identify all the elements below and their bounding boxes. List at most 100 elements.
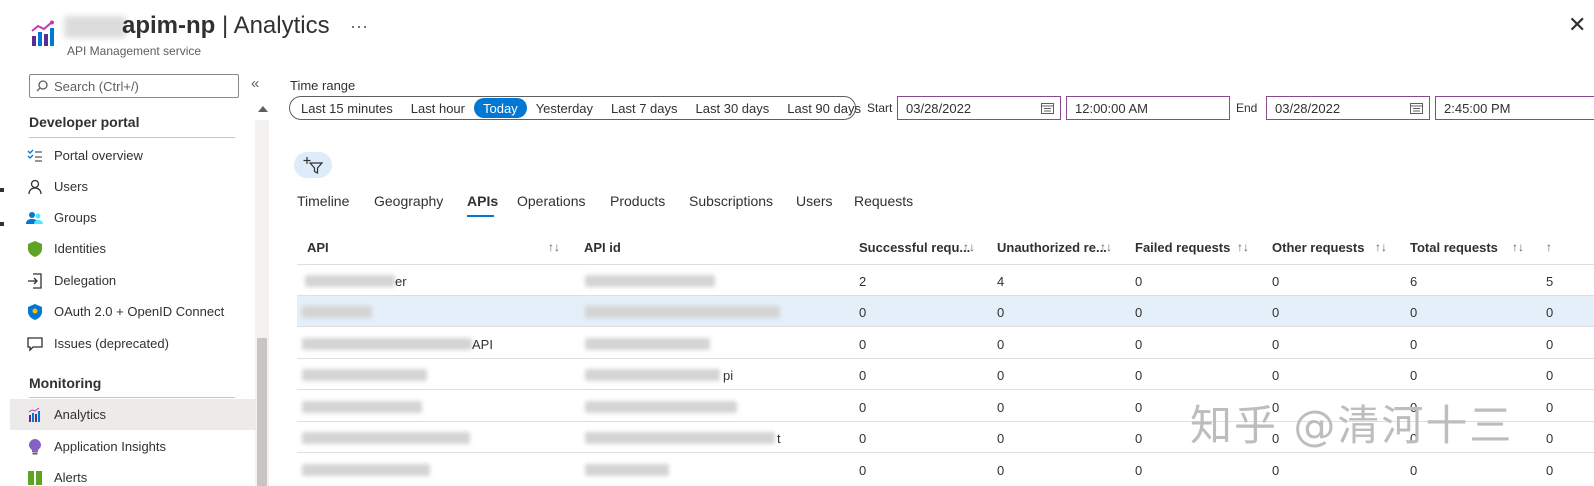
unauthorized-cell: 0 [997, 368, 1005, 383]
sidebar-item-oauth[interactable]: OAuth 2.0 + OpenID Connect [10, 296, 256, 327]
groups-icon [26, 209, 44, 227]
table-row[interactable]: pi 0 0 0 0 0 0 [297, 359, 1594, 390]
more-options-button[interactable]: ··· [350, 16, 368, 37]
sidebar-item-alerts[interactable]: Alerts [10, 462, 256, 486]
start-time-field[interactable]: 12:00:00 AM [1066, 96, 1230, 120]
column-header-api[interactable]: API [307, 240, 329, 255]
next-column-cell: 0 [1546, 463, 1554, 478]
tab-subscriptions[interactable]: Subscriptions [689, 193, 773, 209]
successful-cell: 0 [859, 368, 867, 383]
successful-cell: 0 [859, 463, 867, 478]
scroll-up-arrow-icon[interactable] [258, 106, 268, 112]
time-option-last-90-days[interactable]: Last 90 days [778, 98, 870, 118]
table-row[interactable]: 0 0 0 0 0 0 [297, 296, 1594, 327]
sidebar-scrollbar-thumb[interactable] [257, 338, 267, 486]
time-option-last-hour[interactable]: Last hour [402, 98, 474, 118]
tab-apis[interactable]: APIs [467, 193, 498, 209]
column-header-successful[interactable]: Successful requ... [859, 240, 970, 255]
add-filter-icon [303, 157, 323, 174]
failed-cell: 0 [1135, 368, 1143, 383]
service-type-label: API Management service [67, 44, 202, 58]
redacted-api-id [585, 401, 737, 413]
time-option-last-7-days[interactable]: Last 7 days [602, 98, 687, 118]
collapse-sidebar-button[interactable]: « [251, 75, 259, 92]
user-icon [26, 178, 44, 196]
checklist-icon [26, 147, 44, 165]
search-input[interactable]: Search (Ctrl+/) [29, 74, 239, 98]
sort-api-icon[interactable]: ↑↓ [548, 240, 560, 254]
start-time-value: 12:00:00 AM [1075, 100, 1148, 116]
end-time-value: 2:45:00 PM [1444, 100, 1511, 116]
start-date-value: 03/28/2022 [906, 100, 972, 116]
time-option-last-30-days[interactable]: Last 30 days [687, 98, 779, 118]
lightbulb-icon [26, 438, 44, 456]
api-name-cell: er [395, 274, 407, 289]
sidebar-item-label: Issues (deprecated) [54, 336, 169, 351]
sidebar-item-groups[interactable]: Groups [10, 202, 256, 233]
time-option-yesterday[interactable]: Yesterday [527, 98, 602, 118]
unauthorized-cell: 4 [997, 274, 1005, 289]
table-row[interactable]: er 2 4 0 0 6 5 [297, 265, 1594, 296]
time-option-last-15-minutes[interactable]: Last 15 minutes [292, 98, 402, 118]
tab-geography[interactable]: Geography [374, 193, 443, 209]
sidebar-item-analytics[interactable]: Analytics [10, 399, 256, 430]
table-row[interactable]: 0 0 0 0 0 0 [297, 454, 1594, 485]
analytics-icon [31, 20, 54, 46]
api-name-cell: API [472, 337, 493, 352]
analytics-blade: apim-np | Analytics ··· API Management s… [0, 0, 1594, 486]
failed-cell: 0 [1135, 400, 1143, 415]
redacted-api-id [585, 306, 780, 318]
start-date-field[interactable]: 03/28/2022 [897, 96, 1061, 120]
failed-cell: 0 [1135, 274, 1143, 289]
tab-operations[interactable]: Operations [517, 193, 585, 209]
sidebar-item-identities[interactable]: Identities [10, 233, 256, 264]
failed-cell: 0 [1135, 431, 1143, 446]
column-header-api-id[interactable]: API id [584, 240, 621, 255]
tab-requests[interactable]: Requests [854, 193, 913, 209]
column-header-other[interactable]: Other requests [1272, 240, 1364, 255]
column-header-failed[interactable]: Failed requests [1135, 240, 1230, 255]
redacted-api-name [302, 432, 470, 444]
add-filter-button[interactable] [294, 152, 332, 178]
failed-cell: 0 [1135, 305, 1143, 320]
sidebar-item-label: Application Insights [54, 439, 167, 454]
calendar-icon[interactable] [1041, 102, 1054, 114]
end-date-field[interactable]: 03/28/2022 [1266, 96, 1430, 120]
column-header-total[interactable]: Total requests [1410, 240, 1498, 255]
time-option-today[interactable]: Today [473, 98, 527, 118]
sort-successful-icon[interactable]: ↑↓ [963, 240, 975, 254]
tab-users[interactable]: Users [796, 193, 833, 209]
total-cell: 0 [1410, 337, 1418, 352]
tab-products[interactable]: Products [610, 193, 665, 209]
column-header-unauthorized[interactable]: Unauthorized re... [997, 240, 1107, 255]
sidebar-item-application-insights[interactable]: Application Insights [10, 431, 256, 462]
sidebar-item-issues[interactable]: Issues (deprecated) [10, 328, 256, 359]
calendar-icon[interactable] [1410, 102, 1423, 114]
next-column-cell: 0 [1546, 400, 1554, 415]
alerts-icon [26, 469, 44, 486]
analytics-icon [26, 406, 44, 424]
successful-cell: 0 [859, 400, 867, 415]
search-placeholder: Search (Ctrl+/) [54, 78, 139, 94]
total-cell: 0 [1410, 368, 1418, 383]
sidebar-item-users[interactable]: Users [10, 171, 256, 202]
sort-other-icon[interactable]: ↑↓ [1375, 240, 1387, 254]
next-column-cell: 5 [1546, 274, 1554, 289]
sidebar-item-portal-overview[interactable]: Portal overview [10, 140, 256, 171]
end-label: End [1236, 101, 1258, 115]
tab-timeline[interactable]: Timeline [297, 193, 349, 209]
total-cell: 0 [1410, 463, 1418, 478]
end-time-field[interactable]: 2:45:00 PM [1435, 96, 1594, 120]
redacted-api-name [302, 401, 422, 413]
delegation-icon [26, 272, 44, 290]
sort-unauthorized-icon[interactable]: ↑↓ [1100, 240, 1112, 254]
close-icon[interactable]: ✕ [1568, 14, 1586, 36]
sidebar-item-delegation[interactable]: Delegation [10, 265, 256, 296]
successful-cell: 0 [859, 431, 867, 446]
api-id-cell: t [777, 431, 781, 446]
redacted-resource-prefix [64, 16, 126, 38]
sort-failed-icon[interactable]: ↑↓ [1237, 240, 1249, 254]
table-row[interactable]: API 0 0 0 0 0 0 [297, 328, 1594, 359]
sort-total-icon[interactable]: ↑↓ [1512, 240, 1524, 254]
total-cell: 6 [1410, 274, 1418, 289]
